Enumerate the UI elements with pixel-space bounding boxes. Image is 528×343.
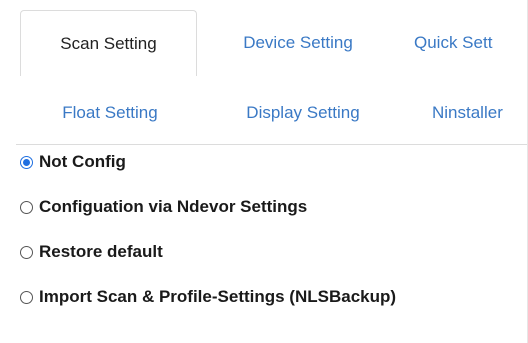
- config-radio-group: Not Config Configuation via Ndevor Setti…: [20, 148, 396, 328]
- tabs-divider: [16, 144, 528, 145]
- tab-scan-setting[interactable]: Scan Setting: [20, 10, 197, 76]
- settings-panel: Scan Setting Device Setting Quick Sett F…: [0, 0, 528, 343]
- radio-selected-icon[interactable]: [20, 155, 33, 169]
- tab-bar-row-2: Float Setting Display Setting Ninstaller: [0, 82, 528, 144]
- tab-display-setting[interactable]: Display Setting: [214, 82, 392, 144]
- tab-bar-row-1: Scan Setting Device Setting Quick Sett: [0, 10, 528, 76]
- option-not-config[interactable]: Not Config: [20, 148, 396, 176]
- option-label: Not Config: [39, 152, 126, 171]
- option-label: Configuation via Ndevor Settings: [39, 197, 308, 216]
- radio-unselected-icon[interactable]: [20, 245, 33, 259]
- radio-unselected-icon[interactable]: [20, 290, 33, 304]
- tab-device-setting[interactable]: Device Setting: [212, 10, 384, 76]
- option-import-nlsbackup[interactable]: Import Scan & Profile-Settings (NLSBacku…: [20, 283, 396, 311]
- tab-float-setting[interactable]: Float Setting: [34, 82, 186, 144]
- tab-ninstaller[interactable]: Ninstaller: [432, 82, 528, 144]
- option-label: Restore default: [39, 242, 163, 261]
- radio-unselected-icon[interactable]: [20, 200, 33, 214]
- option-restore-default[interactable]: Restore default: [20, 238, 396, 266]
- option-ndevor-settings[interactable]: Configuation via Ndevor Settings: [20, 193, 396, 221]
- option-label: Import Scan & Profile-Settings (NLSBacku…: [39, 287, 397, 306]
- tab-quick-setting[interactable]: Quick Sett: [414, 10, 528, 76]
